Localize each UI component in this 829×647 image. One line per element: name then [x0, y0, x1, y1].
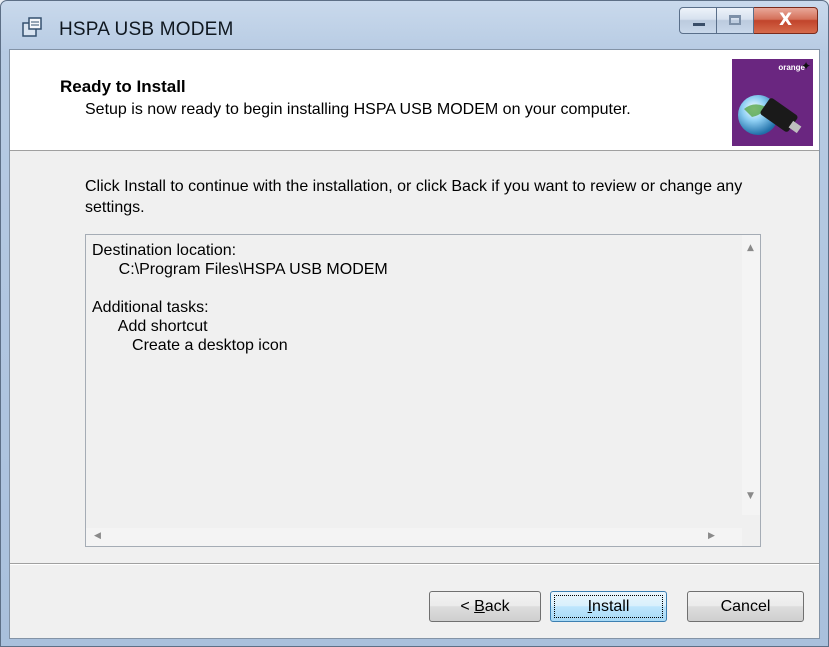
scroll-up-arrow-icon[interactable]: ▲	[747, 243, 754, 253]
memo-line	[92, 279, 388, 298]
installer-app-icon[interactable]	[21, 16, 43, 38]
memo-line: C:\Program Files\HSPA USB MODEM	[92, 261, 388, 278]
horizontal-scrollbar[interactable]: ◀ ▶	[86, 528, 742, 546]
install-button[interactable]: Install	[550, 591, 667, 622]
footer-divider	[10, 563, 819, 565]
memo-line: Create a desktop icon	[92, 337, 288, 354]
scroll-down-arrow-icon[interactable]: ▼	[747, 491, 754, 501]
minimize-button[interactable]	[679, 7, 717, 34]
close-button[interactable]: X	[754, 7, 818, 34]
back-label-rest: ack	[484, 598, 510, 615]
installer-window: HSPA USB MODEM X Ready to Install Setup …	[0, 0, 829, 647]
back-accelerator: B	[474, 598, 485, 615]
maximize-icon	[729, 15, 741, 25]
vertical-scrollbar[interactable]: ▲ ▼	[742, 235, 760, 515]
memo-text: Destination location: C:\Program Files\H…	[92, 241, 388, 355]
caption-buttons: X	[679, 7, 818, 35]
maximize-button[interactable]	[717, 7, 754, 34]
memo-line: Additional tasks:	[92, 299, 209, 316]
page-heading: Ready to Install	[60, 77, 186, 96]
wizard-logo: orange ✦	[732, 59, 813, 146]
close-icon: X	[778, 10, 793, 30]
ready-memo-box[interactable]: Destination location: C:\Program Files\H…	[85, 234, 761, 547]
memo-line: Destination location:	[92, 242, 237, 259]
dialog-client-area: Ready to Install Setup is now ready to b…	[9, 49, 820, 639]
back-button[interactable]: < Back	[429, 591, 541, 622]
wizard-header: Ready to Install Setup is now ready to b…	[10, 50, 819, 151]
minimize-icon	[693, 23, 705, 26]
memo-line: Add shortcut	[92, 318, 208, 335]
title-bar[interactable]: HSPA USB MODEM X	[1, 1, 828, 49]
cancel-button[interactable]: Cancel	[687, 591, 804, 622]
intro-text: Click Install to continue with the insta…	[85, 178, 743, 216]
scroll-left-arrow-icon[interactable]: ◀	[94, 531, 101, 541]
modem-globe-icon	[738, 95, 802, 135]
page-subheading: Setup is now ready to begin installing H…	[85, 101, 631, 118]
focus-rect	[554, 595, 663, 618]
back-label-prefix: <	[460, 598, 475, 615]
scrollbar-corner	[742, 528, 760, 546]
window-title: HSPA USB MODEM	[59, 19, 234, 40]
scroll-right-arrow-icon[interactable]: ▶	[708, 531, 715, 541]
